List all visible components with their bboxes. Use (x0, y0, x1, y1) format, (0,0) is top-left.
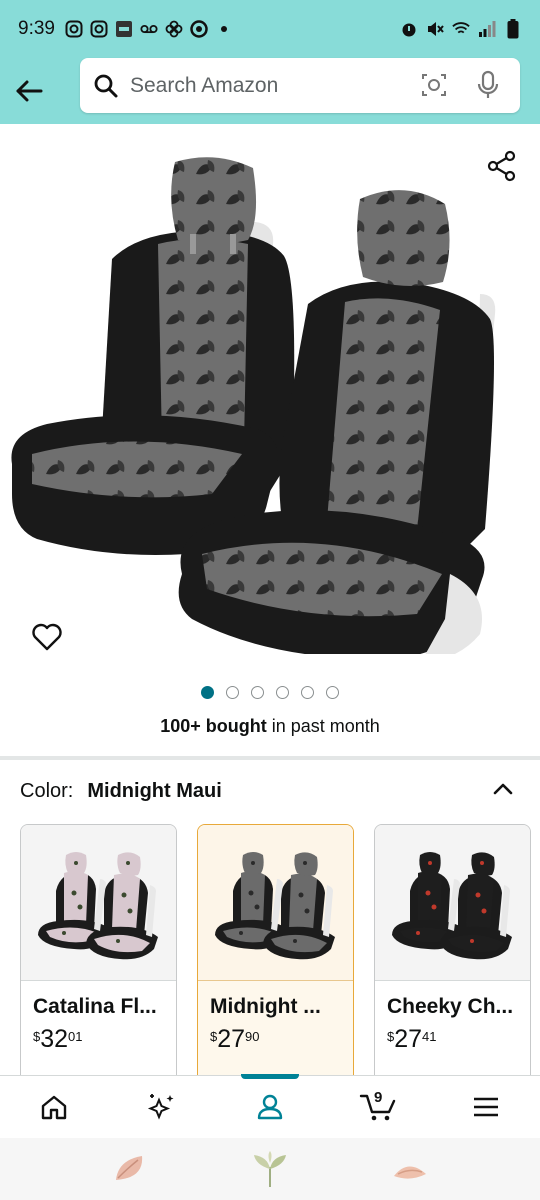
back-arrow-icon (16, 80, 43, 102)
swatch-name: Cheeky Ch... (387, 995, 514, 1018)
carousel-dot[interactable] (201, 686, 214, 699)
menu-icon (474, 1097, 498, 1116)
price-whole: 27 (217, 1025, 246, 1053)
search-header (0, 58, 540, 124)
voicemail-icon (140, 20, 158, 38)
signal-icon (478, 20, 496, 38)
section-divider (0, 756, 540, 760)
back-button[interactable] (0, 62, 58, 120)
bought-period: in past month (266, 716, 380, 736)
bought-count: 100+ bought (160, 716, 267, 736)
target-icon (190, 20, 208, 38)
swatch-price: $ 32 01 (21, 1019, 176, 1060)
color-swatch-catalina[interactable]: Catalina Fl... $ 32 01 (20, 824, 177, 1079)
nav-home[interactable] (0, 1076, 108, 1137)
carousel-dot[interactable] (251, 686, 264, 699)
search-icon (92, 72, 120, 100)
swatch-image (198, 825, 353, 981)
active-tab-indicator (241, 1074, 299, 1079)
system-gesture-bar (0, 1138, 540, 1200)
color-label: Color: (20, 779, 74, 802)
leaf-green-icon[interactable] (250, 1149, 290, 1189)
microphone-icon[interactable] (474, 70, 502, 100)
color-swatch-list: Catalina Fl... $ 32 01 Midnight ... $ 27… (20, 824, 540, 1079)
instagram-icon (65, 20, 83, 38)
leaf-pink-icon[interactable] (110, 1152, 150, 1186)
swatch-name: Midnight ... (210, 995, 321, 1018)
price-whole: 27 (394, 1025, 423, 1053)
cart-count: 9 (374, 1089, 383, 1106)
carousel-dot[interactable] (326, 686, 339, 699)
swatch-price: $ 27 41 (375, 1019, 530, 1060)
carousel-dot[interactable] (276, 686, 289, 699)
chevron-up-icon[interactable] (490, 776, 516, 802)
heart-icon[interactable] (30, 622, 64, 652)
carousel-dot[interactable] (301, 686, 314, 699)
wifi-icon (452, 20, 470, 38)
pinwheel-icon (165, 20, 183, 38)
price-fraction: 41 (422, 1029, 437, 1044)
status-time: 9:39 (18, 18, 55, 39)
product-image (11, 157, 496, 654)
home-icon (41, 1095, 67, 1119)
color-swatch-midnight[interactable]: Midnight ... $ 27 90 (197, 824, 354, 1079)
price-currency: $ (387, 1029, 395, 1044)
swatch-price: $ 27 90 (198, 1019, 353, 1060)
nav-account[interactable] (216, 1074, 324, 1137)
color-swatch-cheeky[interactable]: Cheeky Ch... $ 27 41 (374, 824, 531, 1079)
price-currency: $ (33, 1029, 41, 1044)
nav-cart[interactable]: 9 (324, 1076, 432, 1137)
ai-sparkle-icon (147, 1093, 174, 1120)
price-whole: 32 (40, 1025, 69, 1053)
product-image-gallery[interactable] (0, 124, 540, 674)
price-fraction: 90 (245, 1029, 260, 1044)
leaf-coral-icon[interactable] (390, 1154, 430, 1184)
instagram-icon (90, 20, 108, 38)
ring-icon (115, 20, 133, 38)
swatch-image (375, 825, 530, 981)
bought-in-past-month: 100+ bought in past month (0, 716, 540, 737)
status-bar: 9:39 (0, 0, 540, 58)
search-input[interactable] (130, 73, 400, 98)
camera-search-icon[interactable] (420, 71, 448, 99)
nav-menu[interactable] (432, 1076, 540, 1137)
color-selector-header: Color: Midnight Maui (20, 776, 520, 806)
alarm-icon (400, 20, 418, 38)
mute-icon (426, 20, 444, 38)
carousel-dot[interactable] (226, 686, 239, 699)
price-currency: $ (210, 1029, 218, 1044)
nav-ai-assistant[interactable] (108, 1076, 216, 1137)
account-icon (257, 1094, 283, 1119)
search-box[interactable] (80, 58, 520, 113)
price-fraction: 01 (68, 1029, 83, 1044)
color-value: Midnight Maui (87, 779, 222, 802)
image-carousel-indicator (0, 686, 540, 700)
battery-icon (504, 19, 522, 39)
swatch-name: Catalina Fl... (33, 995, 157, 1018)
swatch-image (21, 825, 176, 981)
dot-icon (215, 20, 233, 38)
bottom-nav: 9 (0, 1074, 540, 1137)
